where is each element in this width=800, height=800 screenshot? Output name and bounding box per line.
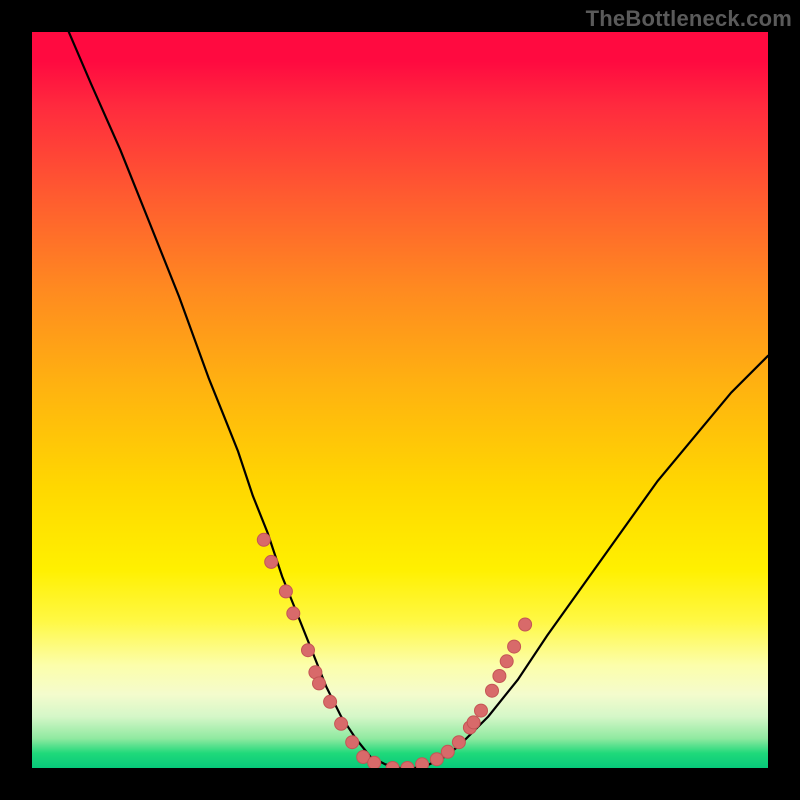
marker-point xyxy=(335,717,348,730)
marker-point xyxy=(452,736,465,749)
bottleneck-curve xyxy=(69,32,768,768)
marker-point xyxy=(257,533,270,546)
marker-point xyxy=(475,704,488,717)
watermark-text: TheBottleneck.com xyxy=(586,6,792,32)
data-markers xyxy=(257,533,531,768)
marker-point xyxy=(386,762,399,769)
marker-point xyxy=(430,753,443,766)
marker-point xyxy=(467,716,480,729)
marker-point xyxy=(508,640,521,653)
plot-area xyxy=(32,32,768,768)
marker-point xyxy=(493,670,506,683)
marker-point xyxy=(519,618,532,631)
marker-point xyxy=(287,607,300,620)
marker-point xyxy=(265,555,278,568)
marker-point xyxy=(324,695,337,708)
marker-point xyxy=(401,762,414,769)
marker-point xyxy=(416,758,429,768)
marker-point xyxy=(302,644,315,657)
marker-point xyxy=(279,585,292,598)
marker-point xyxy=(368,756,381,768)
marker-point xyxy=(441,745,454,758)
marker-point xyxy=(486,684,499,697)
marker-point xyxy=(313,677,326,690)
marker-point xyxy=(500,655,513,668)
chart-frame: TheBottleneck.com xyxy=(0,0,800,800)
chart-overlay xyxy=(32,32,768,768)
marker-point xyxy=(346,736,359,749)
